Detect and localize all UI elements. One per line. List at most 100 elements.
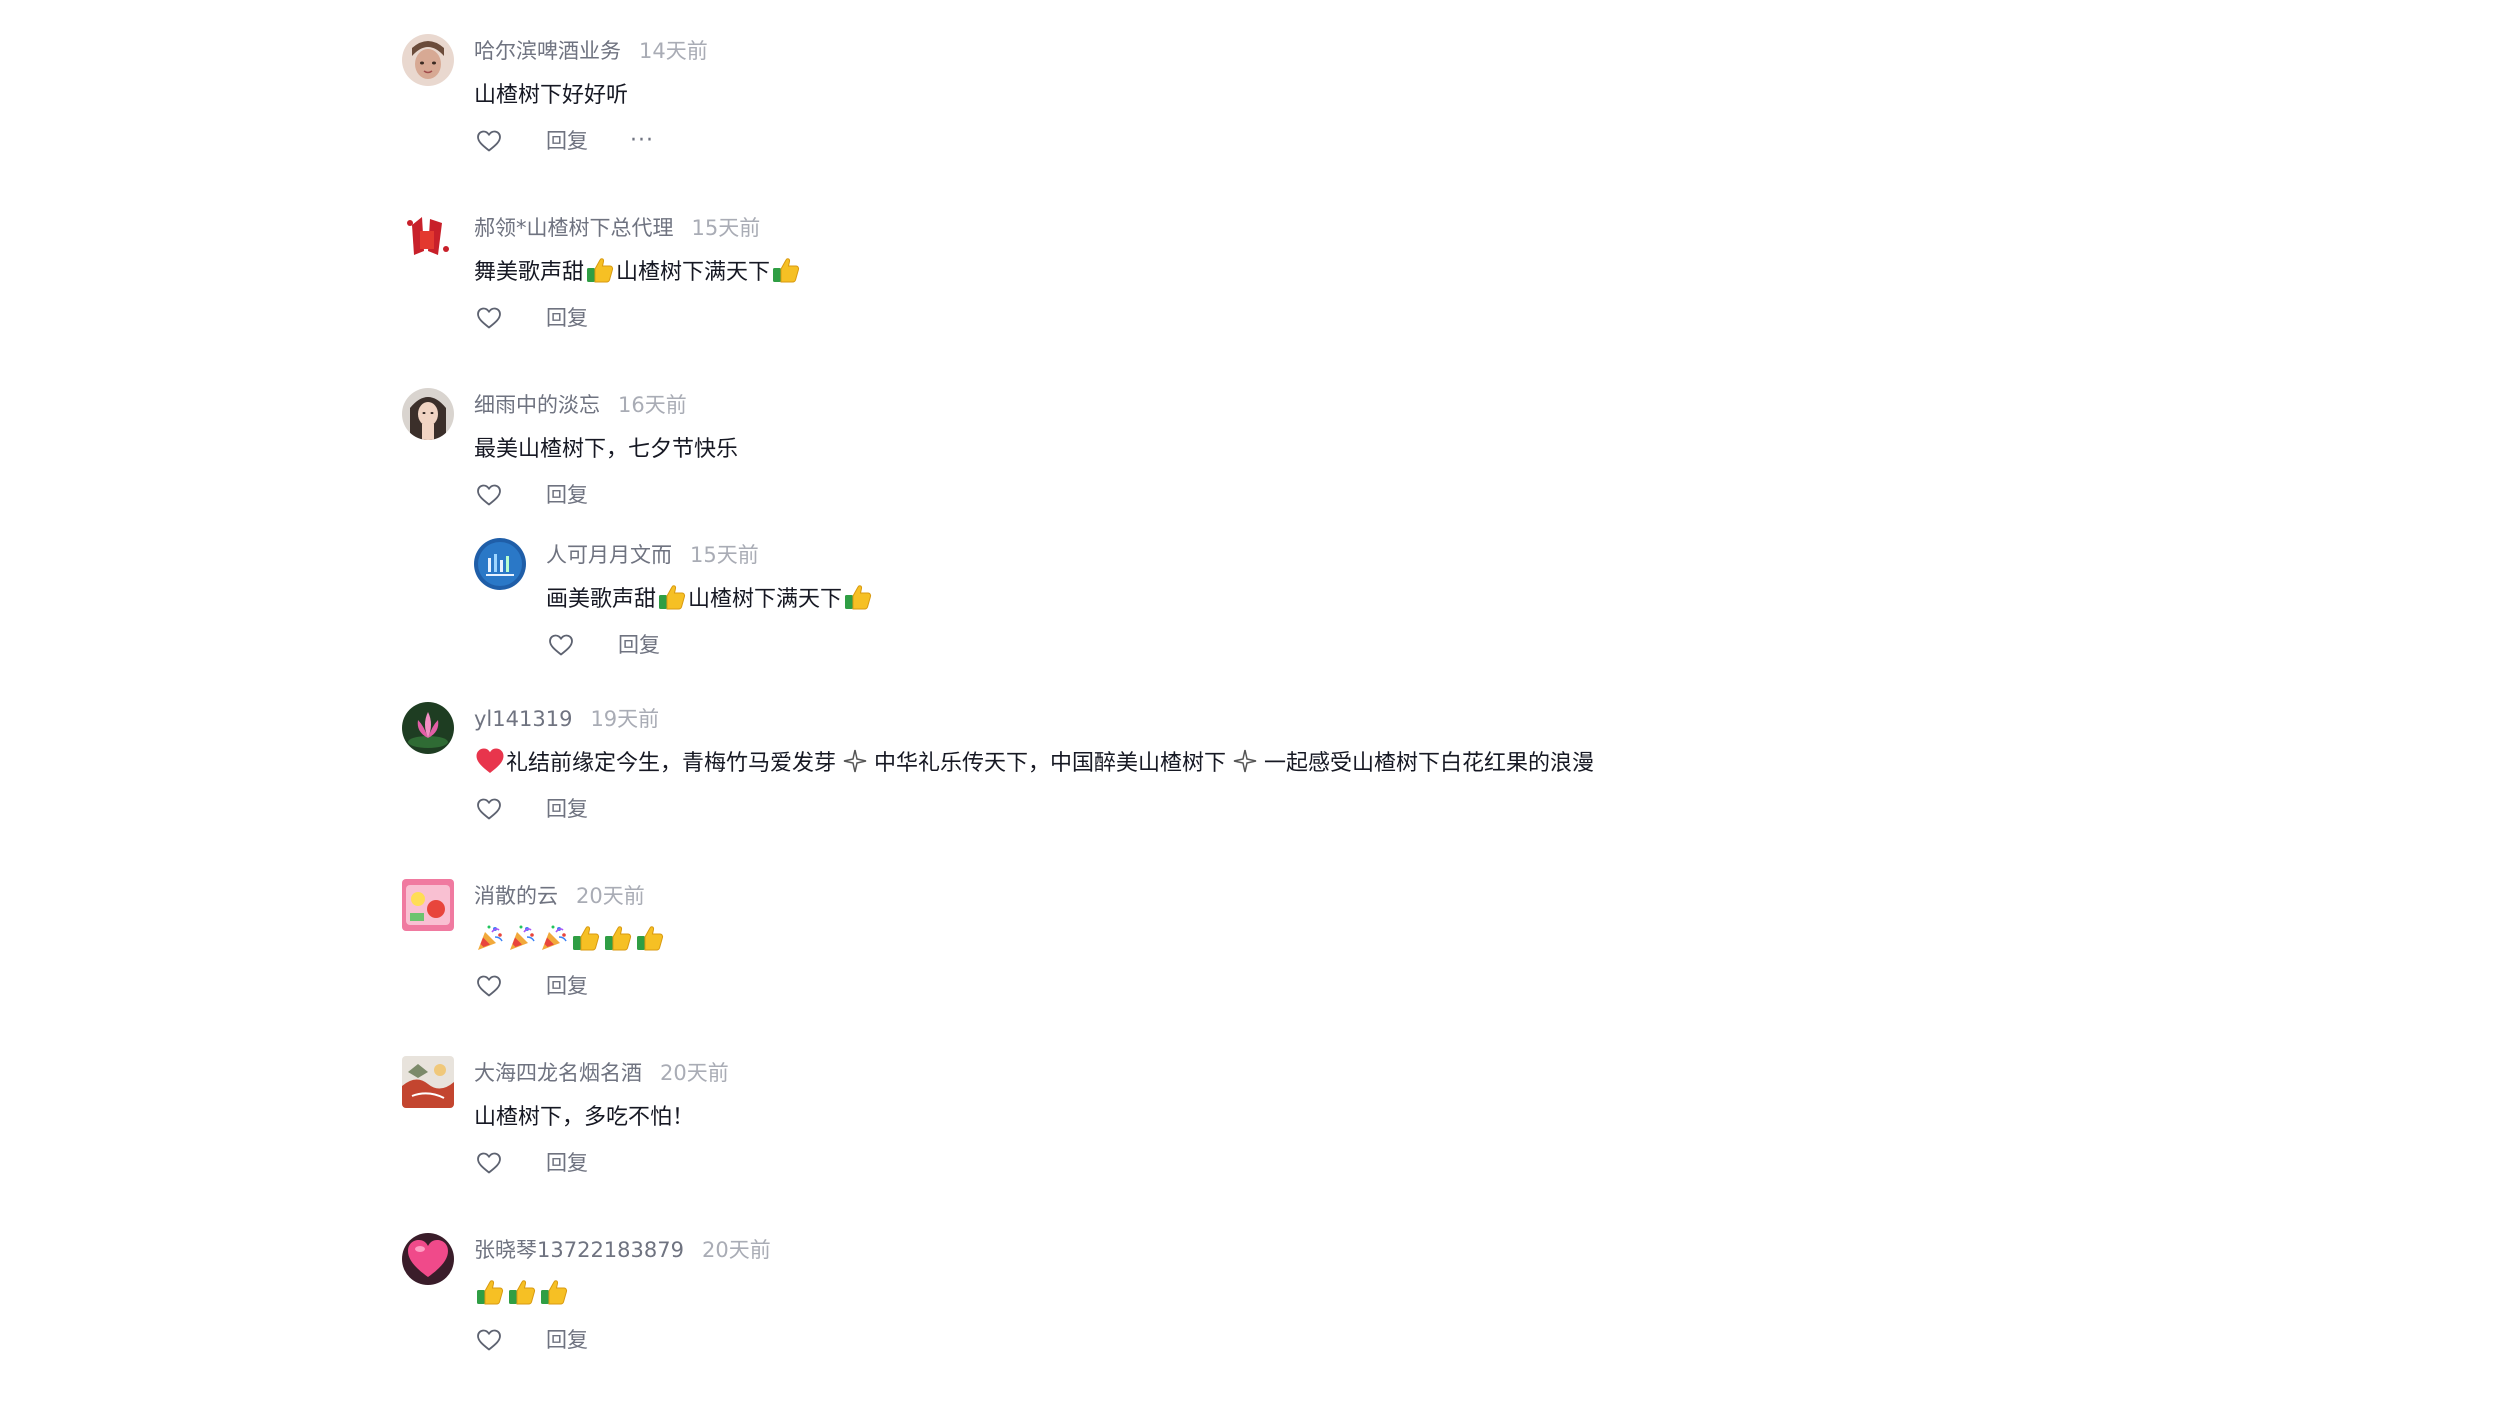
thumbs-up-emoji bbox=[635, 923, 665, 953]
heart-outline-icon bbox=[476, 129, 502, 153]
comment-author[interactable]: 张晓琴13722183879 bbox=[474, 1238, 684, 1262]
like-button[interactable] bbox=[474, 126, 504, 156]
heart-outline-icon bbox=[476, 974, 502, 998]
comment-actions: 回复 bbox=[474, 792, 2102, 826]
comment-time: 15天前 bbox=[691, 216, 761, 240]
thumbs-up-emoji bbox=[843, 582, 873, 612]
comment-text-part: 山楂树下满天下 bbox=[688, 587, 843, 612]
reply-button[interactable]: 回复 bbox=[618, 630, 660, 660]
thumbs-up-emoji bbox=[507, 1277, 537, 1307]
comment-meta: 张晓琴13722183879 20天前 bbox=[474, 1233, 2102, 1267]
avatar[interactable] bbox=[402, 34, 454, 86]
thumbs-up-emoji bbox=[475, 1277, 505, 1307]
comment-time: 20天前 bbox=[660, 1061, 729, 1085]
comment-time: 20天前 bbox=[576, 884, 645, 908]
comment-item: 哈尔滨啤酒业务 14天前 山楂树下好好听 回复 ··· bbox=[402, 34, 2102, 211]
reply-button[interactable]: 回复 bbox=[546, 126, 588, 156]
thumbs-up-emoji bbox=[771, 255, 801, 285]
comment-actions: 回复 ··· bbox=[474, 124, 2102, 158]
comment-meta: 哈尔滨啤酒业务 14天前 bbox=[474, 34, 2102, 68]
comment-time: 20天前 bbox=[701, 1238, 771, 1262]
comment-meta: 人可月月文而 15天前 bbox=[546, 538, 2102, 572]
like-button[interactable] bbox=[474, 1325, 504, 1355]
comment-author[interactable]: 人可月月文而 bbox=[546, 543, 672, 567]
reply-button[interactable]: 回复 bbox=[546, 1148, 588, 1178]
like-button[interactable] bbox=[474, 480, 504, 510]
heart-outline-icon bbox=[476, 797, 502, 821]
comment-text-part: 一起感受山楂树下白花红果的浪漫 bbox=[1264, 751, 1595, 776]
comment-text bbox=[474, 923, 2102, 959]
comment-meta: 大海四龙名烟名酒 20天前 bbox=[474, 1056, 2102, 1090]
comment-text: 礼结前缘定今生，青梅竹马爱发芽 中华礼乐传天下，中国醉美山楂树下 一起感受山楂树下白… bbox=[474, 746, 2102, 782]
thumbs-up-emoji bbox=[585, 255, 615, 285]
party-popper-emoji bbox=[475, 923, 505, 953]
comment-item: yl141319 19天前 礼结前缘定今生，青梅竹马爱发芽 中华礼乐传天下，中国醉美… bbox=[402, 702, 2102, 879]
reply-button[interactable]: 回复 bbox=[546, 1325, 588, 1355]
comment-time: 16天前 bbox=[618, 393, 687, 417]
comment-actions: 回复 bbox=[474, 1323, 2102, 1357]
sparkle-icon bbox=[842, 748, 868, 774]
avatar[interactable] bbox=[474, 538, 526, 590]
comment-text-part: 山楂树下满天下 bbox=[616, 260, 771, 285]
reply-button[interactable]: 回复 bbox=[546, 971, 588, 1001]
party-popper-emoji bbox=[539, 923, 569, 953]
comment-text: 舞美歌声甜 山楂树下满天下 bbox=[474, 255, 2102, 291]
like-button[interactable] bbox=[474, 1148, 504, 1178]
comment-actions: 回复 bbox=[474, 478, 2102, 512]
thumbs-up-emoji bbox=[539, 1277, 569, 1307]
comment-text: 最美山楂树下，七夕节快乐 bbox=[474, 437, 739, 462]
avatar[interactable] bbox=[402, 1233, 454, 1285]
thumbs-up-emoji bbox=[571, 923, 601, 953]
comment-time: 14天前 bbox=[639, 39, 708, 63]
heart-outline-icon bbox=[548, 633, 574, 657]
comment-time: 19天前 bbox=[590, 707, 660, 731]
comment-meta: 郝领*山楂树下总代理 15天前 bbox=[474, 211, 2102, 245]
comment-time: 15天前 bbox=[690, 543, 759, 567]
comment-author[interactable]: yl141319 bbox=[474, 707, 572, 731]
reply-button[interactable]: 回复 bbox=[546, 303, 588, 333]
comment-list: 哈尔滨啤酒业务 14天前 山楂树下好好听 回复 ··· 郝领*山楂树下总代理 15天… bbox=[402, 34, 2102, 1410]
comment-actions: 回复 bbox=[546, 628, 2102, 662]
heart-outline-icon bbox=[476, 1328, 502, 1352]
comment-author[interactable]: 消散的云 bbox=[474, 884, 558, 908]
avatar[interactable] bbox=[402, 702, 454, 754]
comment-author[interactable]: 哈尔滨啤酒业务 bbox=[474, 39, 621, 63]
sparkle-icon bbox=[1232, 748, 1258, 774]
like-button[interactable] bbox=[474, 794, 504, 824]
thumbs-up-emoji bbox=[657, 582, 687, 612]
red-heart-emoji bbox=[475, 746, 505, 776]
comment-item: 张晓琴13722183879 20天前 回复 bbox=[402, 1233, 2102, 1410]
heart-outline-icon bbox=[476, 1151, 502, 1175]
reply-button[interactable]: 回复 bbox=[546, 480, 588, 510]
comment-author[interactable]: 郝领*山楂树下总代理 bbox=[474, 216, 674, 240]
avatar[interactable] bbox=[402, 1056, 454, 1108]
comment-meta: 细雨中的淡忘 16天前 bbox=[474, 388, 2102, 422]
comment-actions: 回复 bbox=[474, 1146, 2102, 1180]
comment-text: 山楂树下好好听 bbox=[474, 83, 629, 108]
like-button[interactable] bbox=[474, 303, 504, 333]
reply-button[interactable]: 回复 bbox=[546, 794, 588, 824]
like-button[interactable] bbox=[546, 630, 576, 660]
comment-author[interactable]: 细雨中的淡忘 bbox=[474, 393, 600, 417]
comment-item: 郝领*山楂树下总代理 15天前 舞美歌声甜 山楂树下满天下 回复 bbox=[402, 211, 2102, 388]
party-popper-emoji bbox=[507, 923, 537, 953]
comment-author[interactable]: 大海四龙名烟名酒 bbox=[474, 1061, 642, 1085]
like-button[interactable] bbox=[474, 971, 504, 1001]
heart-outline-icon bbox=[476, 306, 502, 330]
avatar[interactable] bbox=[402, 211, 454, 263]
reply-item: 人可月月文而 15天前 画美歌声甜 山楂树下满天下 回复 bbox=[474, 538, 2102, 702]
thumbs-up-emoji bbox=[603, 923, 633, 953]
comment-meta: 消散的云 20天前 bbox=[474, 879, 2102, 913]
comment-actions: 回复 bbox=[474, 969, 2102, 1003]
comment-text-part: 中华礼乐传天下，中国醉美山楂树下 bbox=[874, 751, 1227, 776]
comment-actions: 回复 bbox=[474, 301, 2102, 335]
comment-item: 大海四龙名烟名酒 20天前 山楂树下，多吃不怕！ 回复 bbox=[402, 1056, 2102, 1233]
avatar[interactable] bbox=[402, 879, 454, 931]
comment-text-part: 画美歌声甜 bbox=[546, 587, 657, 612]
avatar[interactable] bbox=[402, 388, 454, 440]
comment-meta: yl141319 19天前 bbox=[474, 702, 2102, 736]
comment-text bbox=[474, 1277, 2102, 1313]
heart-outline-icon bbox=[476, 483, 502, 507]
more-options-button[interactable]: ··· bbox=[630, 126, 654, 156]
comment-item: 细雨中的淡忘 16天前 最美山楂树下，七夕节快乐 回复 bbox=[402, 388, 2102, 538]
